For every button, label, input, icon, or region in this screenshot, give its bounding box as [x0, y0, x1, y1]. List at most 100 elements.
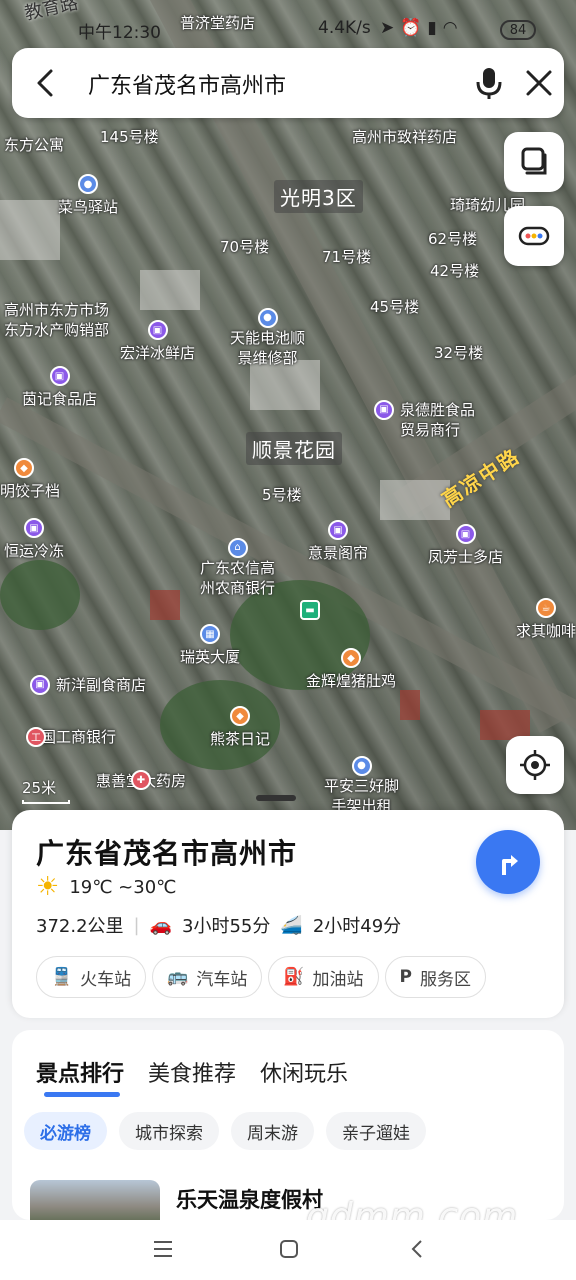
tab-food[interactable]: 美食推荐	[148, 1056, 236, 1088]
poi-guangdong-rural-bank[interactable]: ⌂ 广东农信高 州农商银行	[200, 538, 275, 598]
layers-icon	[521, 147, 547, 175]
place-thumbnail	[30, 1180, 160, 1224]
network-speed: 4.4K/s	[318, 18, 371, 38]
place-name: 乐天温泉度假村	[176, 1188, 323, 1212]
poi-pingan-scaffold[interactable]: ● 平安三好脚 手架出租	[324, 756, 399, 816]
more-tools-button[interactable]	[504, 206, 564, 266]
locate-icon	[520, 750, 550, 780]
poi-jinhuihuang-restaurant[interactable]: ◆ 金辉煌猪肚鸡	[306, 648, 396, 691]
explore-subtabs: 必游榜 城市探索 周末游 亲子遛娃	[24, 1112, 426, 1150]
close-icon[interactable]	[520, 64, 558, 102]
poi-tianneng-battery[interactable]: ● 天能电池顺 景维修部	[230, 308, 305, 368]
bus-stop-icon: ▬	[300, 600, 320, 620]
poi-cainiao-station[interactable]: ● 菜鸟驿站	[58, 174, 118, 217]
sun-icon: ☀	[36, 872, 60, 902]
system-nav-bar	[0, 1220, 576, 1280]
distance-value: 372.2公里	[36, 916, 124, 937]
back-button[interactable]	[402, 1234, 432, 1264]
navigate-button[interactable]	[476, 830, 540, 894]
chip-train-station[interactable]: 🚆 火车站	[36, 956, 147, 998]
map-view[interactable]: 光明3区 顺景花园 高凉中路 教育路 普济堂药店 东方公寓 145号楼 高州市致…	[0, 0, 576, 830]
weather-row: ☀ 19℃ ~30℃	[36, 874, 176, 900]
active-tab-indicator	[44, 1092, 120, 1097]
poi-quandesheng-food[interactable]: ▣ 泉德胜食品 贸易商行	[374, 400, 475, 440]
gas-pump-icon: ⛽	[283, 967, 305, 987]
home-button[interactable]	[274, 1234, 304, 1264]
location-pin-icon: ●	[78, 174, 98, 194]
search-query[interactable]: 广东省茂名市高州市	[88, 68, 286, 100]
icbc-icon: 工	[26, 726, 46, 747]
locate-me-button[interactable]	[506, 736, 564, 794]
location-card: 广东省茂名市高州市 ☀ 19℃ ~30℃ 372.2公里 | 🚗 3小时55分 …	[12, 810, 564, 1018]
back-icon	[411, 1240, 422, 1258]
shop-icon: ▣	[49, 366, 70, 386]
tab-attractions[interactable]: 景点排行	[36, 1056, 124, 1088]
search-bar[interactable]: 广东省茂名市高州市	[12, 48, 564, 118]
subtab-city-explore[interactable]: 城市探索	[119, 1112, 219, 1150]
back-arrow-icon[interactable]	[28, 65, 64, 101]
poi-building-45[interactable]: 45号楼	[370, 296, 419, 317]
poi-building-5[interactable]: 5号楼	[262, 484, 302, 505]
battery-icon: 84	[500, 20, 536, 40]
poi-building-42[interactable]: 42号楼	[430, 260, 479, 281]
explore-tabs: 景点排行 美食推荐 休闲玩乐	[36, 1056, 348, 1088]
scale-bar	[22, 800, 70, 804]
poi-icbc-bank[interactable]: 工 中国工商银行	[26, 726, 116, 747]
list-item[interactable]: 乐天温泉度假村	[30, 1180, 323, 1224]
poi-building-70[interactable]: 70号楼	[220, 236, 269, 257]
drag-handle[interactable]	[256, 795, 296, 801]
area-label-guangming: 光明3区	[274, 180, 363, 213]
tab-leisure[interactable]: 休闲玩乐	[260, 1056, 348, 1088]
poi-yijing-curtain[interactable]: ▣ 意景阁帘	[308, 520, 368, 563]
distance-row: 372.2公里 | 🚗 3小时55分 🚄 2小时49分	[36, 912, 401, 938]
car-icon: 🚗	[149, 914, 173, 936]
subtab-family[interactable]: 亲子遛娃	[326, 1112, 426, 1150]
poi-yinji-food[interactable]: ▣ 茵记食品店	[22, 366, 97, 409]
poi-xiongcha-diary[interactable]: ◆ 熊茶日记	[210, 706, 270, 749]
status-time: 中午12:30	[78, 23, 161, 43]
poi-ruiying-building[interactable]: ▦ 瑞英大厦	[180, 624, 240, 667]
chip-service-area[interactable]: P 服务区	[384, 956, 486, 998]
pharmacy-icon: ✚	[131, 770, 151, 790]
poi-building-32[interactable]: 32号楼	[434, 342, 483, 363]
poi-dongfang-apartment[interactable]: 东方公寓	[4, 134, 64, 155]
poi-dongfang-market[interactable]: 高州市东方市场 东方水产购销部	[4, 300, 109, 340]
poi-qiuqi-coffee[interactable]: ☕ 求其咖啡	[516, 598, 576, 641]
shop-icon: ▣	[455, 524, 476, 544]
subtab-weekend[interactable]: 周末游	[231, 1112, 314, 1150]
shop-icon: ▣	[24, 518, 44, 538]
alarm-icon: ⏰	[400, 18, 428, 38]
shop-icon: ▣	[374, 400, 394, 420]
drive-time: 3小时55分	[182, 916, 271, 937]
wifi-icon: ◠	[442, 18, 464, 38]
microphone-icon[interactable]	[470, 64, 508, 102]
restaurant-icon: ◆	[14, 458, 34, 478]
shop-icon: ▣	[147, 320, 168, 340]
poi-hongyang-seafood[interactable]: ▣ 宏洋冰鲜店	[120, 320, 195, 363]
coffee-icon: ☕	[536, 598, 556, 618]
poi-hengyun-frozen[interactable]: ▣ 恒运冷冻	[4, 518, 64, 561]
layers-button[interactable]	[504, 132, 564, 192]
tea-icon: ◆	[230, 706, 250, 726]
bank-icon: ⌂	[227, 538, 248, 558]
poi-building-71[interactable]: 71号楼	[322, 246, 371, 267]
poi-building-62[interactable]: 62号楼	[428, 228, 477, 249]
location-arrow-icon: ➤	[380, 18, 401, 38]
poi-xinyang-grocery[interactable]: ▣ 新洋副食商店	[30, 674, 146, 695]
menu-button[interactable]	[148, 1234, 178, 1264]
chip-bus-station[interactable]: 🚌 汽车站	[152, 956, 263, 998]
poi-huishan-pharmacy[interactable]: ✚ 惠善堂大药房	[96, 770, 186, 791]
map-scale: 25米	[22, 777, 70, 804]
nearby-chips: 🚆 火车站 🚌 汽车站 ⛽ 加油站 P 服务区	[36, 956, 486, 998]
shop-icon: ▣	[30, 674, 50, 695]
restaurant-icon: ◆	[341, 648, 361, 668]
poi-ming-dumplings[interactable]: ◆ 明饺子档	[0, 458, 60, 501]
poi-fengfang-store[interactable]: ▣ 凤芳士多店	[428, 524, 503, 567]
chip-gas-station[interactable]: ⛽ 加油站	[268, 956, 379, 998]
location-title: 广东省茂名市高州市	[36, 837, 298, 870]
toolbox-icon	[518, 226, 550, 246]
poi-building-145[interactable]: 145号楼	[100, 126, 159, 147]
route-arrow-icon	[502, 855, 518, 875]
poi-zhixiang-pharmacy[interactable]: 高州市致祥药店	[352, 126, 457, 147]
subtab-must-visit[interactable]: 必游榜	[24, 1112, 107, 1150]
